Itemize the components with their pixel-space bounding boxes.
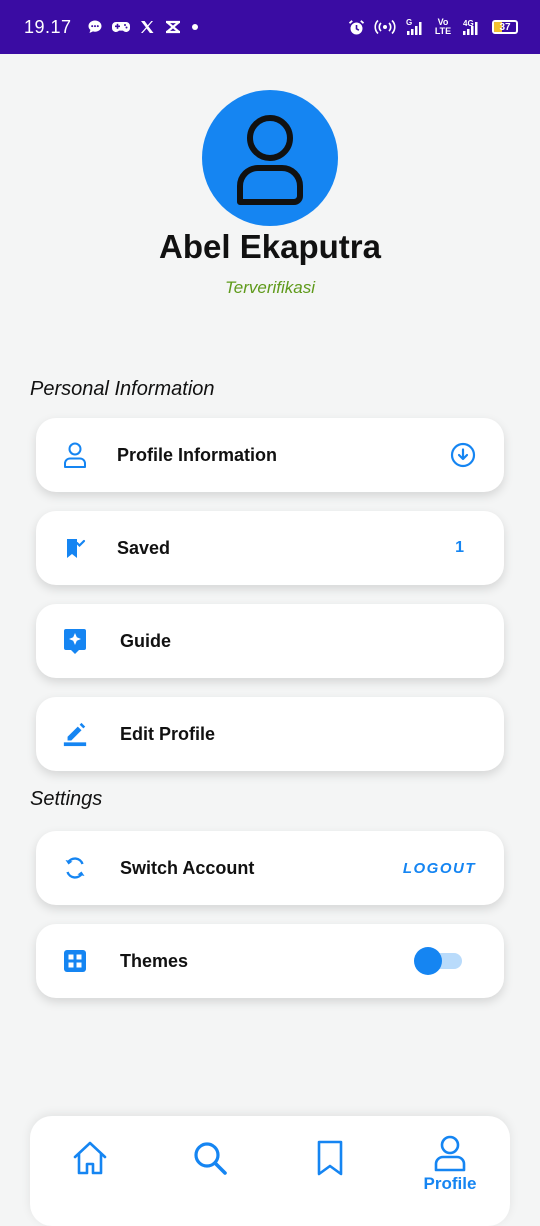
bookmark-check-icon	[62, 535, 88, 561]
menu-item-switch-account[interactable]: Switch Account LOGOUT	[36, 831, 504, 905]
bottom-navigation: Profile	[30, 1116, 510, 1226]
signal-strength-icon: G	[405, 18, 425, 36]
nav-home[interactable]	[50, 1116, 130, 1200]
logout-button[interactable]: LOGOUT	[403, 860, 476, 877]
search-icon	[194, 1142, 227, 1175]
nav-search[interactable]	[170, 1116, 250, 1200]
menu-item-label: Switch Account	[120, 857, 255, 878]
nav-profile-label: Profile	[423, 1174, 477, 1193]
edit-pencil-icon	[62, 721, 88, 747]
volte-label: Vo LTE	[434, 17, 452, 36]
status-time: 19.17	[24, 16, 72, 37]
more-notifications-dot-icon	[191, 23, 199, 31]
home-icon	[73, 1141, 107, 1175]
x-notification-icon	[139, 19, 155, 35]
status-bar-right: G Vo LTE 4G 37	[348, 18, 518, 36]
themes-toggle[interactable]	[414, 947, 464, 975]
nav-saved[interactable]	[290, 1116, 370, 1200]
menu-item-edit-profile[interactable]: Edit Profile	[36, 697, 504, 771]
signal-generation-label: G	[406, 18, 412, 27]
nav-profile[interactable]: Profile	[410, 1122, 490, 1206]
menu-item-label: Saved	[117, 537, 171, 558]
network-4g-icon: 4G	[461, 18, 483, 36]
battery-icon: 37	[492, 20, 518, 34]
bookmark-icon	[317, 1140, 343, 1176]
toggle-knob	[414, 947, 442, 975]
profile-name: Abel Ekaputra	[159, 228, 381, 265]
menu-item-saved[interactable]: Saved 1	[36, 511, 504, 585]
hotspot-icon	[374, 19, 396, 35]
chat-notification-icon	[87, 19, 103, 35]
menu-item-profile-information[interactable]: Profile Information	[36, 418, 504, 492]
saved-count: 1	[455, 539, 464, 556]
menu-item-label: Themes	[120, 950, 189, 971]
capcut-notification-icon	[164, 19, 182, 35]
status-bar: 19.17 G Vo LTE 4G 37	[0, 0, 540, 54]
section-title-settings: Settings	[30, 788, 103, 810]
user-avatar-icon	[237, 115, 303, 205]
battery-level: 37	[499, 21, 511, 33]
menu-item-label: Guide	[120, 630, 172, 651]
section-title-personal-information: Personal Information	[30, 378, 215, 400]
guide-sparkle-icon	[62, 628, 88, 654]
menu-item-label: Edit Profile	[120, 723, 216, 744]
menu-item-label: Profile Information	[117, 444, 278, 465]
avatar[interactable]	[202, 90, 338, 226]
verification-status: Terverifikasi	[224, 278, 316, 297]
sync-icon	[62, 855, 88, 881]
status-bar-left: 19.17	[24, 17, 199, 38]
alarm-icon	[348, 19, 365, 36]
game-notification-icon	[111, 19, 130, 35]
profile-icon	[434, 1135, 466, 1172]
chevron-down-circle-icon[interactable]	[450, 442, 476, 468]
menu-item-themes[interactable]: Themes	[36, 924, 504, 998]
menu-item-guide[interactable]: Guide	[36, 604, 504, 678]
user-outline-icon	[62, 442, 88, 468]
grid-icon	[62, 948, 88, 974]
